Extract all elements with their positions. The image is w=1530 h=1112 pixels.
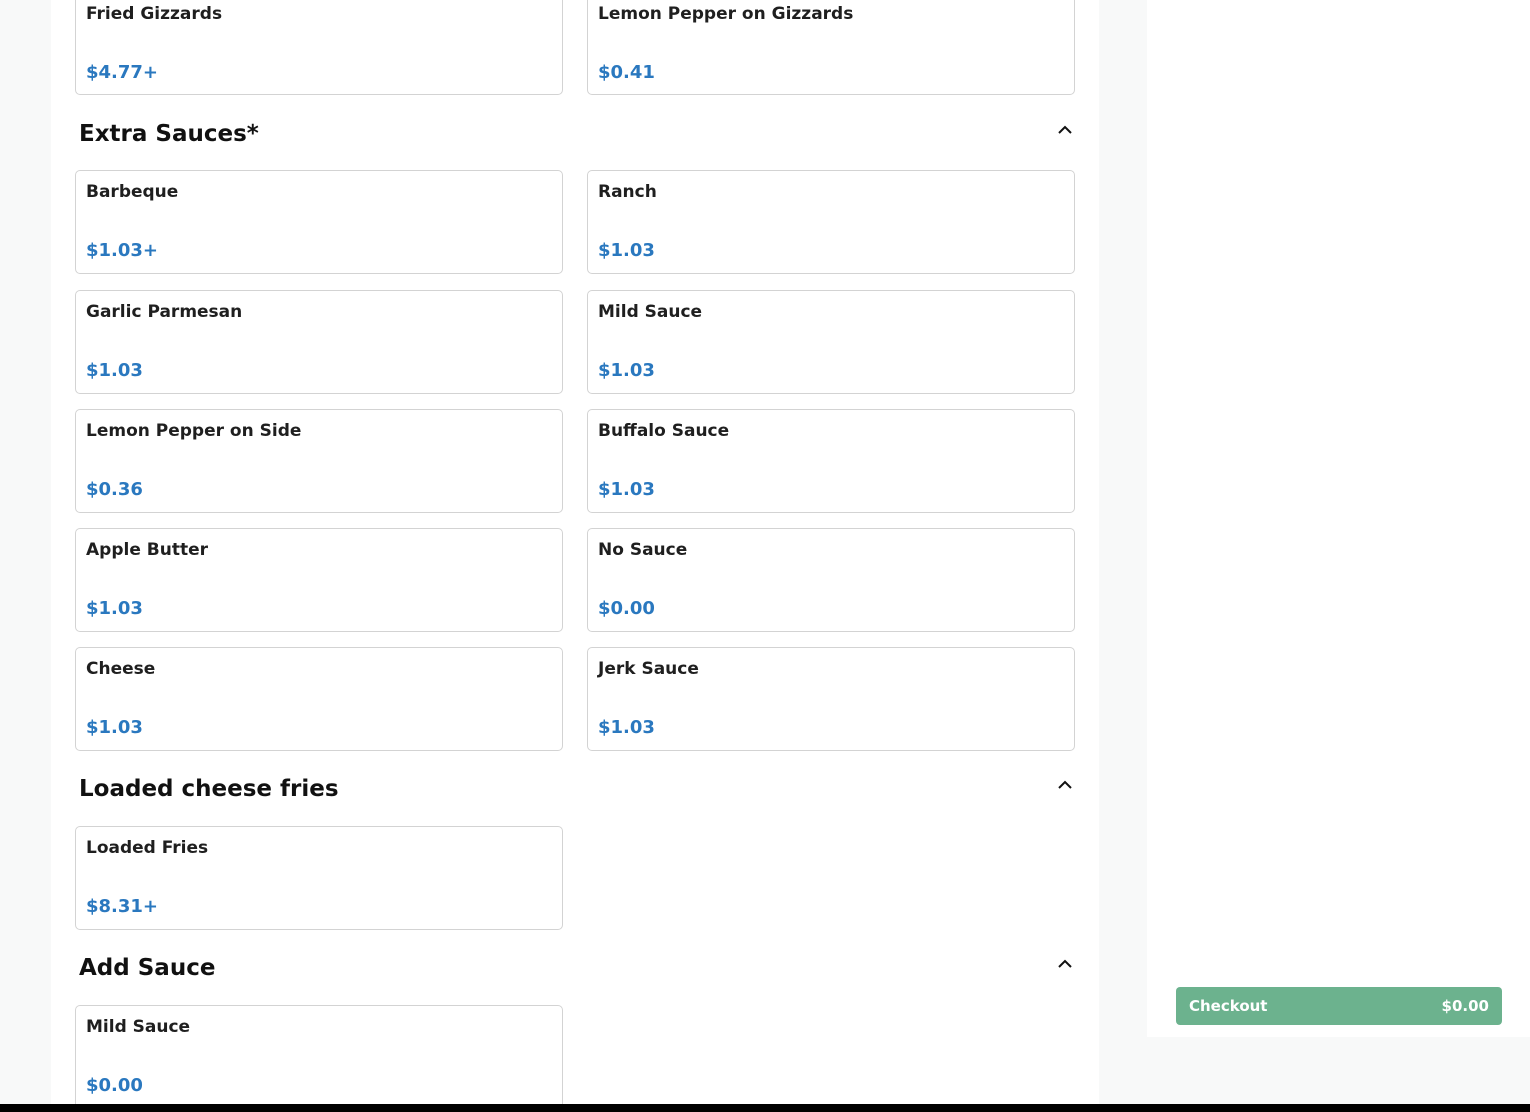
item-price: $1.03+ xyxy=(86,240,159,261)
chevron-up-icon[interactable] xyxy=(1056,122,1074,136)
item-name: Cheese xyxy=(86,659,156,679)
section-title-extra-sauces: Extra Sauces* xyxy=(79,121,259,147)
menu-item-card[interactable]: No Sauce $0.00 xyxy=(587,528,1075,632)
item-price: $4.77+ xyxy=(86,62,159,83)
chevron-up-icon[interactable] xyxy=(1056,777,1074,791)
item-price: $0.00 xyxy=(598,598,655,619)
item-name: Ranch xyxy=(598,182,657,202)
menu-item-card[interactable]: Barbeque $1.03+ xyxy=(75,170,563,274)
item-name: Buffalo Sauce xyxy=(598,421,730,441)
item-price: $1.03 xyxy=(86,717,143,738)
menu-item-card[interactable]: Mild Sauce $0.00 xyxy=(75,1005,563,1109)
item-price: $1.03 xyxy=(598,479,655,500)
item-name: Mild Sauce xyxy=(598,302,703,322)
item-name: No Sauce xyxy=(598,540,688,560)
item-name: Fried Gizzards xyxy=(86,4,223,24)
section-title-add-sauce: Add Sauce xyxy=(79,955,216,981)
item-price: $1.03 xyxy=(598,240,655,261)
item-name: Lemon Pepper on Side xyxy=(86,421,302,441)
menu-item-card[interactable]: Garlic Parmesan $1.03 xyxy=(75,290,563,394)
item-name: Apple Butter xyxy=(86,540,208,560)
menu-item-card[interactable]: Buffalo Sauce $1.03 xyxy=(587,409,1075,513)
item-price: $1.03 xyxy=(598,717,655,738)
menu-item-card[interactable]: Apple Butter $1.03 xyxy=(75,528,563,632)
chevron-up-icon[interactable] xyxy=(1056,956,1074,970)
cart-sidebar xyxy=(1147,0,1530,1037)
checkout-total: $0.00 xyxy=(1441,997,1489,1015)
item-price: $1.03 xyxy=(86,598,143,619)
item-name: Mild Sauce xyxy=(86,1017,191,1037)
item-price: $1.03 xyxy=(598,360,655,381)
item-price: $0.36 xyxy=(86,479,143,500)
item-price: $0.41 xyxy=(598,62,655,83)
checkout-button[interactable]: Checkout $0.00 xyxy=(1176,987,1502,1025)
item-name: Jerk Sauce xyxy=(598,659,699,679)
item-name: Loaded Fries xyxy=(86,838,209,858)
menu-item-card[interactable]: Jerk Sauce $1.03 xyxy=(587,647,1075,751)
menu-item-card[interactable]: Lemon Pepper on Side $0.36 xyxy=(75,409,563,513)
menu-item-card[interactable]: Mild Sauce $1.03 xyxy=(587,290,1075,394)
item-name: Lemon Pepper on Gizzards xyxy=(598,4,854,24)
item-price: $8.31+ xyxy=(86,896,159,917)
item-name: Garlic Parmesan xyxy=(86,302,243,322)
bottom-edge-bar xyxy=(0,1104,1530,1112)
section-title-loaded-cheese-fries: Loaded cheese fries xyxy=(79,776,339,802)
menu-item-card[interactable]: Lemon Pepper on Gizzards $0.41 xyxy=(587,0,1075,95)
item-name: Barbeque xyxy=(86,182,179,202)
menu-item-card[interactable]: Cheese $1.03 xyxy=(75,647,563,751)
menu-item-card[interactable]: Fried Gizzards $4.77+ xyxy=(75,0,563,95)
menu-item-card[interactable]: Loaded Fries $8.31+ xyxy=(75,826,563,930)
menu-item-card[interactable]: Ranch $1.03 xyxy=(587,170,1075,274)
checkout-label: Checkout xyxy=(1189,997,1268,1015)
item-price: $0.00 xyxy=(86,1075,143,1096)
item-price: $1.03 xyxy=(86,360,143,381)
